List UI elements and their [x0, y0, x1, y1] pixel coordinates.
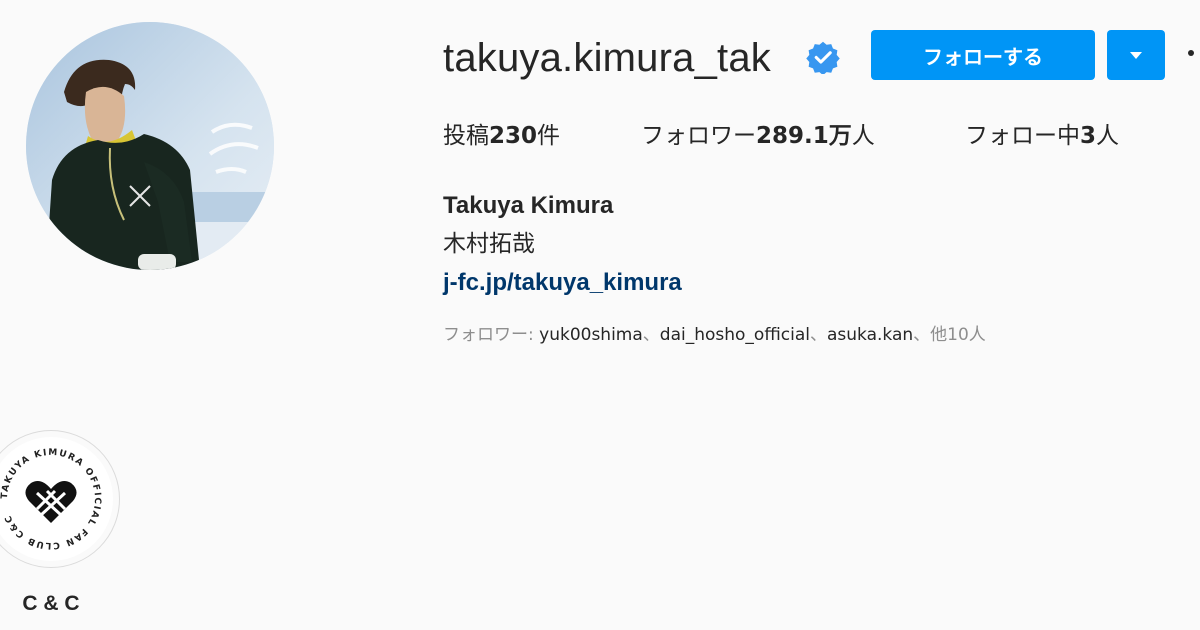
follower-name[interactable]: yuk00shima — [539, 325, 643, 345]
follower-name[interactable]: asuka.kan — [827, 325, 913, 345]
verified-badge-icon — [806, 40, 840, 76]
avatar-photo — [26, 22, 274, 270]
highlight-cover: TAKUYA KIMURA OFFICIAL FAN CLUB C&C — [0, 437, 113, 561]
follower-name[interactable]: dai_hosho_official — [660, 325, 810, 345]
bio-text: 木村拓哉 — [443, 231, 535, 257]
highlight-label: C & C — [22, 592, 80, 615]
profile-username: takuya.kimura_tak — [443, 36, 771, 80]
bio-link[interactable]: j-fc.jp/takuya_kimura — [443, 267, 682, 299]
more-options-icon[interactable] — [1186, 48, 1200, 62]
follow-button[interactable]: フォローする — [871, 30, 1095, 80]
followers-count[interactable]: フォロワー289.1万人 — [641, 118, 875, 154]
profile-full-name: Takuya Kimura — [443, 192, 614, 219]
posts-count: 投稿230件 — [443, 123, 561, 149]
story-highlight[interactable]: TAKUYA KIMURA OFFICIAL FAN CLUB C&C — [0, 430, 120, 568]
followed-by[interactable]: フォロワー: yuk00shima、dai_hosho_official、asu… — [443, 321, 986, 349]
fanclub-logo: TAKUYA KIMURA OFFICIAL FAN CLUB C&C — [0, 439, 111, 559]
following-count[interactable]: フォロー中3人 — [965, 118, 1119, 154]
profile-page: takuya.kimura_tak フォローする 投稿230件 フォロワー289… — [0, 0, 1200, 630]
suggested-dropdown-button[interactable] — [1107, 30, 1165, 80]
chevron-down-icon — [1130, 51, 1142, 59]
profile-avatar[interactable] — [26, 22, 274, 270]
